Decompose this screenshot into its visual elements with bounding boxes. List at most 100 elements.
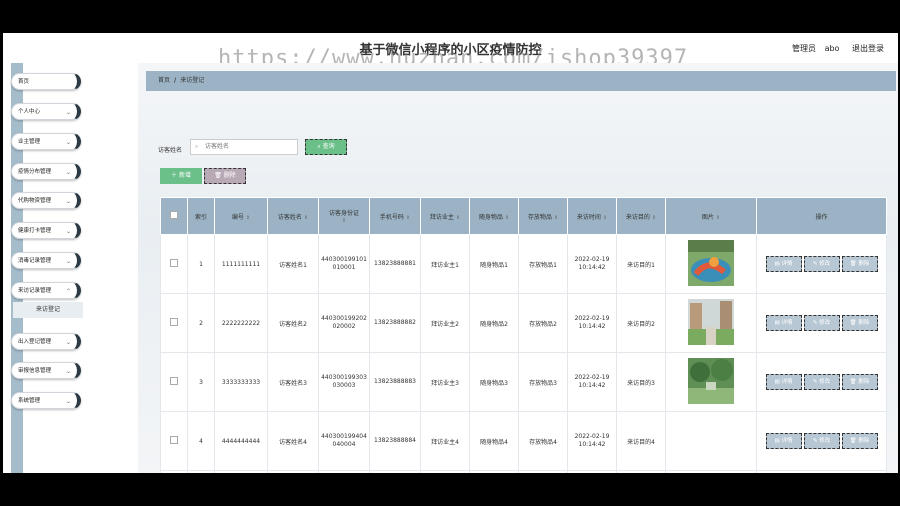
breadcrumb-home[interactable]: 首页 [158,77,170,84]
edit-button[interactable]: ✎ 修改 [803,374,840,390]
sidebar-item-6[interactable]: 消毒记录管理 ⌄ [11,252,81,269]
app-window: 基于微信小程序的小区疫情防控 https://www.huzhan.com/is… [3,33,898,473]
row-checkbox[interactable] [170,377,178,385]
cell-clock: 10:14:42 [578,264,606,271]
row-select-cell[interactable] [160,293,188,353]
detail-label: 详情 [781,438,793,444]
col-owner[interactable]: 拜访业主 ⇕ [420,197,470,235]
select-all-header[interactable] [160,197,188,235]
col-purpose[interactable]: 来访目的 ⇕ [616,197,666,235]
sidebar-item-7[interactable]: 来访记录管理 ⌃ [11,282,81,299]
cell-photo [665,352,757,412]
cell-photo [665,234,757,294]
sidebar-item-2[interactable]: 业主管理 ⌄ [11,133,81,150]
cell-purpose: 来访目的2 [616,293,666,353]
col-photo[interactable]: 图片 ⇕ [665,197,757,235]
query-button[interactable]: ⌕ 查询 [305,139,347,155]
sidebar-item-3[interactable]: 疫情分布管理 ⌄ [11,163,81,180]
sidebar-item-label: 首页 [18,79,30,85]
cell-number: 3333333333 [214,352,268,412]
detail-button[interactable]: ▤ 详情 [765,433,802,449]
row-checkbox[interactable] [170,436,178,444]
sort-icon[interactable]: ⇕ [603,215,607,221]
user-role: 管理员 [792,44,817,53]
add-button[interactable]: ＋ 新增 [160,168,202,184]
sidebar-item-5[interactable]: 健康打卡管理 ⌄ [11,222,81,239]
delete-button[interactable]: 🗑 删除 [841,374,878,390]
detail-button[interactable]: ▤ 详情 [765,256,802,272]
detail-button[interactable]: ▤ 详情 [765,315,802,331]
edit-button[interactable]: ✎ 修改 [803,315,840,331]
sort-icon[interactable]: ⇕ [652,215,656,221]
delete-label: 删除 [858,261,870,267]
col-number-label: 编号 [231,213,244,221]
sidebar-item-9[interactable]: 审报信息管理 ⌄ [11,362,81,379]
cell-visitor: 访客姓名3 [267,352,319,412]
cell-index: 3 [187,352,215,412]
sidebar-item-label: 健康打卡管理 [18,228,52,234]
delete-label: 删除 [858,320,870,326]
sidebar: 首页 个人中心 ⌄ 业主管理 ⌄ 疫情分布管理 ⌄ 代购物资管理 ⌄ 健康打卡管理 ⌄ 消毒记录管理 ⌄… [3,63,138,473]
cell-time: 2022-02-1910:14:42 [567,293,617,353]
edit-label: 修改 [819,379,831,385]
sidebar-item-4[interactable]: 代购物资管理 ⌄ [11,192,81,209]
sort-icon[interactable]: ⇕ [456,215,460,221]
cell-visitor: 访客姓名1 [267,234,319,294]
detail-label: 详情 [781,320,793,326]
cell-actions: ▤ 详情✎ 修改🗑 删除 [756,470,887,473]
logout-link[interactable]: 退出登录 [852,44,884,53]
sidebar-item-0[interactable]: 首页 [11,73,81,90]
sidebar-item-8[interactable]: 出入登记管理 ⌄ [11,333,81,350]
sort-icon[interactable]: ⇕ [406,215,410,221]
cell-index: 2 [187,293,215,353]
col-phone[interactable]: 手机号码 ⇕ [369,197,421,235]
edit-button[interactable]: ✎ 修改 [803,256,840,272]
col-carry[interactable]: 随身物品 ⇕ [469,197,519,235]
col-time-label: 来访时间 [576,213,601,221]
bulk-delete-button[interactable]: 🗑 删除 [204,168,246,184]
search-input[interactable] [190,139,298,155]
col-number[interactable]: 编号 ⇕ [214,197,268,235]
row-select-cell[interactable] [160,470,188,473]
col-stored[interactable]: 存放物品 ⇕ [518,197,568,235]
cell-owner: 拜访业主4 [420,411,470,471]
edit-button[interactable]: ✎ 修改 [803,433,840,449]
col-idcard[interactable]: 访客身份证 ⇕ [318,197,370,235]
col-visitor-label: 访客姓名 [277,213,302,221]
sort-icon[interactable]: ⇕ [342,218,346,224]
detail-button[interactable]: ▤ 详情 [765,374,802,390]
row-select-cell[interactable] [160,234,188,294]
chevron-icon: ⌄ [65,139,71,146]
delete-button[interactable]: 🗑 删除 [841,256,878,272]
row-checkbox[interactable] [170,259,178,267]
sort-icon[interactable]: ⇕ [304,215,308,221]
cell-carry: 随身物品3 [469,352,519,412]
cell-date: 2022-02-19 [574,255,610,263]
delete-button[interactable]: 🗑 删除 [841,315,878,331]
cell-clock: 10:14:42 [578,323,606,330]
submenu-item-visit-register[interactable]: 来访登记 [13,302,83,318]
breadcrumb: 首页 / 来访登记 [146,71,896,91]
sidebar-item-10[interactable]: 系统管理 ⌄ [11,392,81,409]
col-visitor[interactable]: 访客姓名 ⇕ [267,197,319,235]
edit-label: 修改 [819,320,831,326]
sort-icon[interactable]: ⇕ [246,215,250,221]
delete-button[interactable]: 🗑 删除 [841,433,878,449]
sort-icon[interactable]: ⇕ [716,215,720,221]
sort-icon[interactable]: ⇕ [554,215,558,221]
row-checkbox[interactable] [170,318,178,326]
row-select-cell[interactable] [160,411,188,471]
col-time[interactable]: 来访时间 ⇕ [567,197,617,235]
sidebar-item-label: 消毒记录管理 [18,258,52,264]
main-content: 首页 /来访登记 访客姓名 ⌕ ⌕ 查询 ＋ 新增 🗑 删除 索引 编号 ⇕ 访客… [138,63,898,473]
chevron-icon: ⌄ [65,169,71,176]
chevron-icon: ⌄ [65,258,71,265]
cell-date: 2022-02-19 [574,432,610,440]
top-bar: 基于微信小程序的小区疫情防控 https://www.huzhan.com/is… [3,33,898,71]
sidebar-item-1[interactable]: 个人中心 ⌄ [11,103,81,120]
row-select-cell[interactable] [160,352,188,412]
cell-clock: 10:14:42 [578,441,606,448]
sort-icon[interactable]: ⇕ [505,215,509,221]
select-all-checkbox[interactable] [170,211,178,219]
cell-carry: 随身物品4 [469,411,519,471]
